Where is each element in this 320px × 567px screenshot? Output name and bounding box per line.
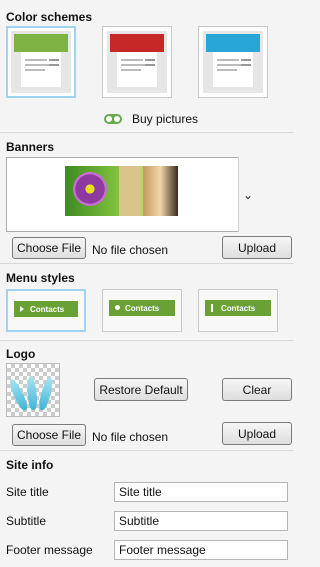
text-line (121, 64, 147, 66)
banner-select[interactable] (6, 157, 257, 232)
color-scheme-thumbnail (203, 31, 263, 93)
flower-image (73, 172, 107, 206)
sidebar-line (145, 59, 155, 61)
restore-default-button[interactable]: Restore Default (94, 378, 188, 401)
site-info-heading: Site info (6, 458, 54, 472)
menu-preview-label: Contacts (125, 303, 160, 313)
divider (0, 340, 294, 341)
banner-choose-file-button[interactable]: Choose File (12, 237, 86, 259)
text-line (25, 64, 51, 66)
color-scheme-thumbnail (107, 31, 167, 93)
text-line (25, 69, 45, 71)
color-scheme-thumbnail (11, 31, 71, 93)
menu-preview-bar: Contacts (14, 301, 78, 317)
menu-preview-label: Contacts (221, 303, 256, 313)
logo-upload-button[interactable]: Upload (222, 422, 292, 445)
banner-no-file-text: No file chosen (92, 243, 169, 257)
logo-feather-icon (37, 375, 55, 412)
footer-message-label: Footer message (6, 543, 93, 557)
menu-preview-bar: Contacts (205, 300, 271, 316)
site-title-field[interactable] (114, 482, 288, 502)
menu-preview-bar: Contacts (109, 300, 175, 316)
bar-marker-icon (211, 304, 213, 312)
arrow-marker-icon (20, 306, 24, 312)
menu-style-option-1[interactable]: Contacts (6, 289, 86, 332)
menu-style-option-3[interactable]: Contacts (198, 289, 278, 332)
scheme-header-preview (110, 34, 164, 52)
text-line (121, 69, 141, 71)
scheme-header-preview (206, 34, 260, 52)
scheme-header-preview (14, 34, 68, 52)
logo-feather-icon (7, 377, 30, 412)
banners-heading: Banners (6, 140, 55, 154)
color-scheme-red[interactable] (102, 26, 172, 98)
text-line (217, 64, 243, 66)
sidebar-line (241, 59, 251, 61)
buy-pictures-label: Buy pictures (132, 112, 199, 126)
clear-logo-button[interactable]: Clear (222, 378, 292, 401)
logo-feather-icon (26, 375, 38, 411)
text-line (217, 59, 239, 61)
menu-preview-label: Contacts (30, 304, 65, 314)
divider (0, 450, 294, 451)
color-scheme-green[interactable] (6, 26, 76, 98)
color-schemes-heading: Color schemes (6, 10, 93, 24)
banner-photo (143, 166, 178, 216)
logo-preview (6, 363, 60, 417)
banner-photo (119, 166, 141, 216)
round-marker-icon (115, 305, 120, 310)
text-line (25, 59, 47, 61)
sidebar-line (49, 64, 59, 66)
text-line (217, 69, 237, 71)
logo-heading: Logo (6, 347, 36, 361)
logo-no-file-text: No file chosen (92, 430, 169, 444)
banner-upload-button[interactable]: Upload (222, 236, 292, 259)
buy-pictures-icon (104, 114, 122, 124)
logo-choose-file-button[interactable]: Choose File (12, 424, 86, 446)
sidebar-line (241, 64, 251, 66)
subtitle-label: Subtitle (6, 514, 47, 528)
divider (0, 132, 294, 133)
sidebar-line (145, 64, 155, 66)
site-title-label: Site title (6, 485, 49, 499)
text-line (121, 59, 143, 61)
buy-pictures-link[interactable]: Buy pictures (104, 112, 198, 126)
subtitle-field[interactable] (114, 511, 288, 531)
chevron-down-icon[interactable]: ⌄ (238, 157, 257, 232)
footer-message-field[interactable] (114, 540, 288, 560)
menu-styles-heading: Menu styles (6, 271, 75, 285)
color-scheme-blue[interactable] (198, 26, 268, 98)
menu-style-option-2[interactable]: Contacts (102, 289, 182, 332)
sidebar-line (49, 59, 59, 61)
banner-preview-image (65, 166, 178, 216)
divider (0, 263, 294, 264)
